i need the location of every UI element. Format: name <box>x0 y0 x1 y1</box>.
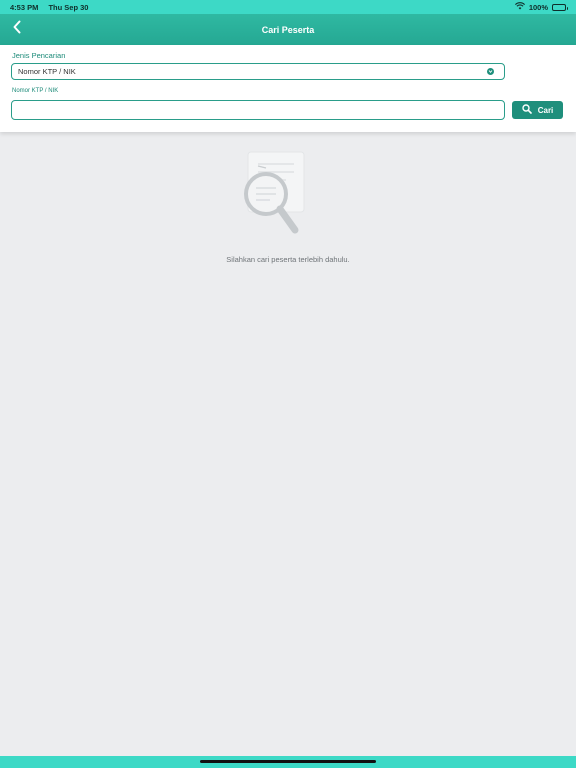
search-type-select[interactable]: Nomor KTP / NIK <box>11 63 505 80</box>
magnifier-document-icon <box>236 150 326 245</box>
search-panel: Jenis Pencarian Nomor KTP / NIK Nomor KT… <box>0 45 576 132</box>
status-right: 100% <box>514 2 568 12</box>
wifi-icon <box>514 2 525 12</box>
search-button-label: Cari <box>537 105 554 115</box>
id-number-input[interactable] <box>11 100 505 120</box>
status-date: Thu Sep 30 <box>48 2 89 12</box>
search-type-label: Jenis Pencarian <box>12 51 66 60</box>
nav-bar: Cari Peserta <box>0 14 576 45</box>
status-left: 4:53 PM Thu Sep 30 <box>10 3 96 12</box>
search-type-value: Nomor KTP / NIK <box>18 67 76 76</box>
battery-icon <box>552 3 568 11</box>
search-button[interactable]: Cari <box>512 101 563 119</box>
home-indicator[interactable] <box>200 760 376 763</box>
empty-state-message: Silahkan cari peserta terlebih dahulu. <box>226 255 350 264</box>
status-time: 4:53 PM <box>10 2 39 12</box>
status-bar: 4:53 PM Thu Sep 30 100% <box>0 0 576 14</box>
id-number-label: Nomor KTP / NIK <box>12 88 59 94</box>
back-button[interactable] <box>6 18 28 40</box>
search-icon <box>522 104 532 116</box>
battery-percent: 100% <box>528 2 548 12</box>
page-title: Cari Peserta <box>261 24 315 35</box>
chevron-left-icon <box>12 20 22 39</box>
dropdown-icon <box>487 68 494 75</box>
